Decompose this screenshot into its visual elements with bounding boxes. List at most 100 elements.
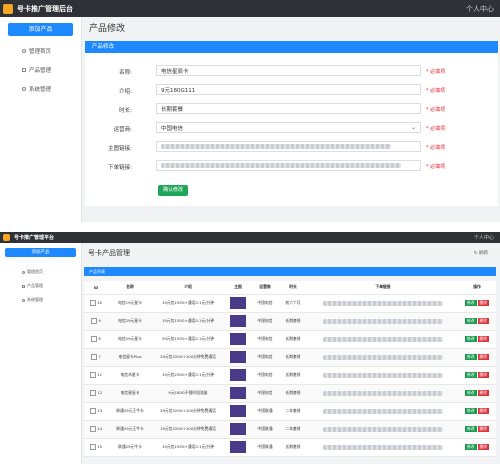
refresh-button[interactable]: ↻ 刷新 <box>474 250 488 256</box>
table-row: 10 电信19元星卡 19元包155G+通话0.1元/分钟 中国电信 前六个月 修改 删除 <box>84 294 496 313</box>
required-note: * 必填项 <box>426 69 446 75</box>
sidebar-item-home[interactable]: 管理首页 <box>22 268 81 276</box>
sidebar-item-system[interactable]: 系统管理 <box>22 84 81 94</box>
app-logo-icon <box>3 3 13 14</box>
page-title: 号卡产品管理 <box>88 249 130 257</box>
blurred-link <box>323 444 443 450</box>
row-thumbnail-cell <box>224 294 252 313</box>
sidebar-item-system[interactable]: 系统管理 <box>22 296 81 304</box>
sidebar-item-label: 系统管理 <box>27 297 43 302</box>
row-actions: 修改 删除 <box>458 366 496 385</box>
operator-select[interactable]: 中国电信 ⌄ <box>156 122 421 133</box>
submit-button[interactable]: 确认修改 <box>158 185 188 196</box>
row-checkbox[interactable] <box>89 408 96 414</box>
column-header: 下单链接 <box>308 281 458 295</box>
edit-button[interactable]: 修改 <box>464 318 477 324</box>
blurred-link <box>323 372 443 378</box>
sidebar-item-home[interactable]: 管理首页 <box>22 46 81 56</box>
delete-button[interactable]: 删除 <box>477 354 490 360</box>
personal-center-link[interactable]: 个人中心 <box>466 4 494 14</box>
panel-header: 产品修改 <box>85 41 498 53</box>
blurred-link <box>323 426 443 432</box>
name-field[interactable]: 电信星辰卡 <box>156 65 421 76</box>
product-thumbnail <box>230 350 246 363</box>
main-image-link-field[interactable] <box>156 141 421 152</box>
required-note: * 必填项 <box>426 88 446 94</box>
row-checkbox[interactable] <box>89 426 96 432</box>
row-thumbnail-cell <box>224 402 252 421</box>
intro-field[interactable]: 9元180G111 <box>156 84 421 95</box>
row-checkbox[interactable] <box>89 390 96 396</box>
row-operator: 中国电信 <box>252 366 278 385</box>
delete-button[interactable]: 删除 <box>477 444 490 450</box>
row-checkbox[interactable] <box>89 372 96 378</box>
edit-button[interactable]: 修改 <box>464 300 477 306</box>
edit-button[interactable]: 修改 <box>464 390 477 396</box>
row-checkbox[interactable] <box>91 336 98 342</box>
row-order-link-cell <box>308 438 458 457</box>
row-operator: 中国联通 <box>252 420 278 439</box>
operator-value: 中国电信 <box>161 125 184 132</box>
delete-button[interactable]: 删除 <box>477 300 490 306</box>
row-order-link-cell <box>308 420 458 439</box>
delete-button[interactable]: 删除 <box>477 372 490 378</box>
edit-button[interactable]: 修改 <box>464 372 477 378</box>
row-operator: 中国电信 <box>252 384 278 403</box>
row-operator: 中国电信 <box>252 312 278 331</box>
box-icon <box>22 284 25 288</box>
name-value: 电信星辰卡 <box>161 68 189 75</box>
edit-button[interactable]: 修改 <box>464 336 477 342</box>
row-actions: 修改 删除 <box>458 438 496 457</box>
box-icon <box>22 68 26 72</box>
row-order-link-cell <box>308 330 458 349</box>
row-order-link-cell <box>308 402 458 421</box>
row-checkbox[interactable] <box>89 300 96 306</box>
row-intro: 29元包155G+通话0.1元/分钟 <box>152 330 224 349</box>
row-actions: 修改 删除 <box>458 330 496 349</box>
duration-field[interactable]: 长期套餐 <box>156 103 421 114</box>
delete-button[interactable]: 删除 <box>477 390 490 396</box>
edit-button[interactable]: 修改 <box>464 354 477 360</box>
sidebar-item-label: 管理首页 <box>29 49 52 55</box>
row-actions: 修改 删除 <box>458 312 496 331</box>
bottom-sidebar: 添加产品 管理首页 产品管理 系统管理 <box>0 243 82 464</box>
app-title: 号卡推广管理后台 <box>17 4 73 13</box>
row-order-link-cell <box>308 348 458 367</box>
row-checkbox[interactable] <box>91 318 98 324</box>
add-product-button[interactable]: 添加产品 <box>5 248 76 257</box>
personal-center-link[interactable]: 个人中心 <box>474 234 494 241</box>
edit-button[interactable]: 修改 <box>464 408 477 414</box>
delete-button[interactable]: 删除 <box>477 408 490 414</box>
delete-button[interactable]: 删除 <box>477 318 490 324</box>
column-header: 名称 <box>108 281 152 295</box>
row-order-link-cell <box>308 384 458 403</box>
blurred-link <box>161 144 391 149</box>
row-checkbox[interactable] <box>89 444 96 450</box>
home-icon <box>22 270 25 274</box>
sidebar-item-products[interactable]: 产品管理 <box>22 282 81 290</box>
refresh-icon: ↻ <box>473 251 478 256</box>
row-intro: 19元包155G+通话0.1元/分钟 <box>152 312 224 331</box>
sidebar-item-products[interactable]: 产品管理 <box>22 65 81 75</box>
row-name: 电信29元星卡 <box>108 312 152 331</box>
blurred-link <box>323 336 443 342</box>
row-operator: 中国联通 <box>252 438 278 457</box>
row-intro: 29元包320G+100分钟免费通话 <box>152 402 224 421</box>
row-checkbox[interactable] <box>91 354 98 360</box>
delete-button[interactable]: 删除 <box>477 426 490 432</box>
duration-value: 长期套餐 <box>161 106 184 113</box>
blurred-link <box>323 300 443 306</box>
delete-button[interactable]: 删除 <box>477 336 490 342</box>
bottom-main-area: 号卡产品管理 ↻ 刷新 产品列表 ID 名称 介绍 主图 运营商 时长 下单链接… <box>82 243 500 464</box>
name-label: 名称: <box>119 70 132 76</box>
edit-button[interactable]: 修改 <box>464 444 477 450</box>
sidebar-item-label: 系统管理 <box>29 87 52 93</box>
row-id: 15 <box>97 444 103 449</box>
row-actions: 修改 删除 <box>458 402 496 421</box>
row-id-cell: 11 <box>84 366 108 385</box>
row-actions: 修改 删除 <box>458 420 496 439</box>
product-thumbnail <box>230 332 246 345</box>
edit-button[interactable]: 修改 <box>464 426 477 432</box>
order-link-field[interactable] <box>156 160 421 171</box>
add-product-button[interactable]: 添加产品 <box>8 23 73 36</box>
